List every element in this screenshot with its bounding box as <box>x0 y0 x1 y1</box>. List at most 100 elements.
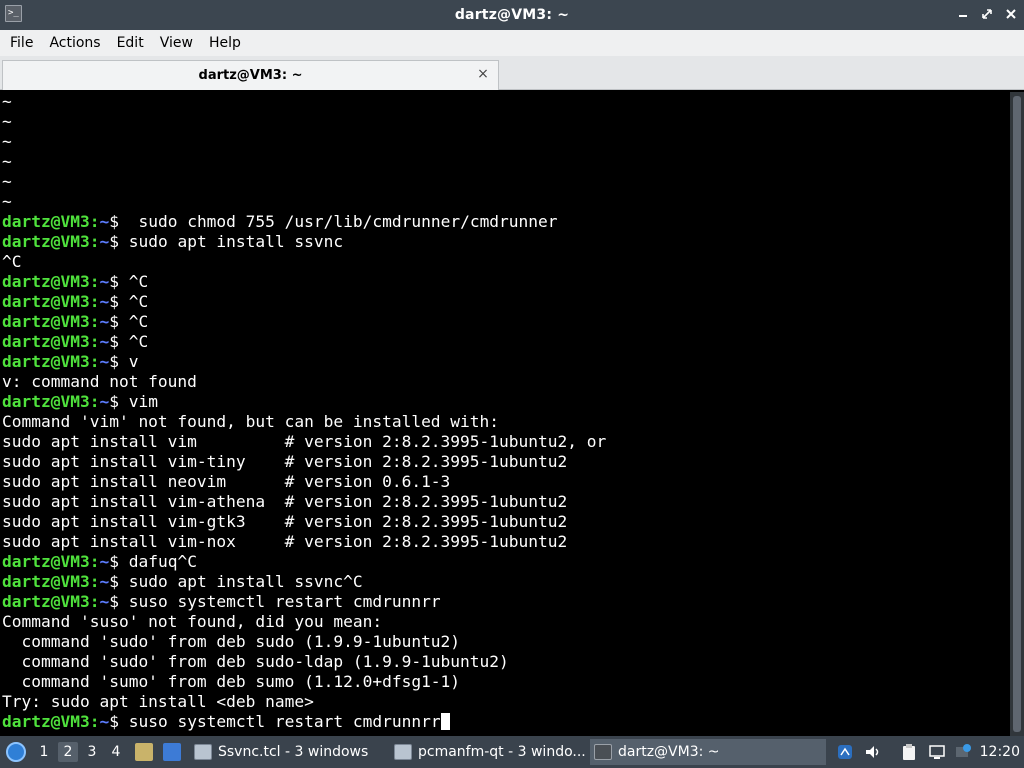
prompt-user: dartz@VM3: <box>2 212 100 231</box>
file-manager-icon[interactable] <box>135 743 153 761</box>
output-text: ~ <box>2 192 12 211</box>
prompt-path: ~ <box>99 332 110 351</box>
window-icon <box>394 744 412 760</box>
command-text: sudo chmod 755 /usr/lib/cmdrunner/cmdrun… <box>128 212 558 231</box>
command-text: ^C <box>128 292 149 311</box>
menu-help[interactable]: Help <box>201 30 249 56</box>
window-titlebar: >_ dartz@VM3: ~ <box>0 0 1024 30</box>
prompt-symbol: $ <box>109 232 129 251</box>
workspace-2[interactable]: 2 <box>58 742 78 762</box>
prompt-user: dartz@VM3: <box>2 552 100 571</box>
menu-actions[interactable]: Actions <box>41 30 108 56</box>
menu-view[interactable]: View <box>152 30 201 56</box>
minimize-icon[interactable] <box>956 6 970 22</box>
prompt-user: dartz@VM3: <box>2 272 100 291</box>
command-text: sudo apt install ssvnc <box>128 232 344 251</box>
prompt-symbol: $ <box>109 352 129 371</box>
output-text: ^C <box>2 252 22 271</box>
desktop-icon[interactable] <box>163 743 181 761</box>
output-line: ~ <box>2 192 12 212</box>
output-line: ~ <box>2 172 12 192</box>
tab-terminal[interactable]: dartz@VM3: ~ × <box>2 60 499 90</box>
prompt-line: dartz@VM3:~$ sudo chmod 755 /usr/lib/cmd… <box>2 212 558 232</box>
menu-edit[interactable]: Edit <box>109 30 152 56</box>
tab-close-icon[interactable]: × <box>476 66 490 82</box>
start-menu-icon[interactable] <box>6 742 26 762</box>
output-text: Command 'vim' not found, but can be inst… <box>2 412 500 431</box>
task-label: pcmanfm-qt - 3 windo... <box>418 744 586 760</box>
workspace-1[interactable]: 1 <box>34 742 54 762</box>
task-label: Ssvnc.tcl - 3 windows <box>218 744 369 760</box>
output-line: Command 'vim' not found, but can be inst… <box>2 412 499 432</box>
workspace-4[interactable]: 4 <box>106 742 126 762</box>
output-text: ~ <box>2 92 12 111</box>
scrollbar-thumb[interactable] <box>1013 96 1021 732</box>
output-text: sudo apt install vim-nox # version 2:8.2… <box>2 532 568 551</box>
task-terminal[interactable]: dartz@VM3: ~ <box>590 739 826 765</box>
menu-file[interactable]: File <box>2 30 41 56</box>
prompt-symbol: $ <box>109 712 129 731</box>
prompt-path: ~ <box>99 712 110 731</box>
task-label: dartz@VM3: ~ <box>618 744 720 760</box>
prompt-symbol: $ <box>109 312 129 331</box>
workspace-3[interactable]: 3 <box>82 742 102 762</box>
output-line: Command 'suso' not found, did you mean: <box>2 612 382 632</box>
output-line: command 'sudo' from deb sudo (1.9.9-1ubu… <box>2 632 460 652</box>
command-text: ^C <box>128 332 149 351</box>
terminal-output[interactable]: ~ ~ ~ ~ ~ ~ dartz@VM3:~$ sudo chmod 755 /usr/l… <box>0 92 1010 736</box>
volume-icon[interactable] <box>864 743 882 761</box>
terminal-icon <box>594 744 612 760</box>
output-text: command 'sumo' from deb sumo (1.12.0+dfs… <box>2 672 461 691</box>
output-text: sudo apt install vim-tiny # version 2:8.… <box>2 452 568 471</box>
terminal-app-icon: >_ <box>5 5 22 22</box>
prompt-user: dartz@VM3: <box>2 572 100 591</box>
task-pcmanfm[interactable]: pcmanfm-qt - 3 windo... <box>390 739 588 765</box>
clock: 12:20 <box>979 744 1020 760</box>
output-line: sudo apt install neovim # version 0.6.1-… <box>2 472 450 492</box>
prompt-path: ~ <box>99 392 110 411</box>
output-text: ~ <box>2 112 12 131</box>
close-icon[interactable] <box>1004 6 1018 22</box>
prompt-user: dartz@VM3: <box>2 352 100 371</box>
tab-bar: dartz@VM3: ~ × <box>0 56 1024 90</box>
prompt-symbol: $ <box>109 212 129 231</box>
output-text: v: command not found <box>2 372 197 391</box>
prompt-path: ~ <box>99 212 110 231</box>
text-cursor <box>440 713 450 730</box>
output-text: ~ <box>2 152 12 171</box>
prompt-line: dartz@VM3:~$ sudo apt install ssvnc <box>2 232 343 252</box>
window-title: dartz@VM3: ~ <box>454 7 570 23</box>
terminal-scrollbar[interactable] <box>1010 92 1024 736</box>
prompt-symbol: $ <box>109 272 129 291</box>
output-line: ~ <box>2 92 12 112</box>
prompt-user: dartz@VM3: <box>2 232 100 251</box>
prompt-line: dartz@VM3:~$ dafuq^C <box>2 552 197 572</box>
window-controls <box>956 6 1018 22</box>
command-text: suso systemctl restart cmdrunnrr <box>128 592 441 611</box>
output-line: ~ <box>2 112 12 132</box>
prompt-symbol: $ <box>109 332 129 351</box>
output-text: sudo apt install neovim # version 0.6.1-… <box>2 472 451 491</box>
window-icon <box>194 744 212 760</box>
display-icon[interactable] <box>928 743 946 761</box>
update-icon[interactable] <box>954 743 972 761</box>
output-text: ~ <box>2 172 12 191</box>
command-text: ^C <box>128 272 149 291</box>
prompt-line: dartz@VM3:~$ vim <box>2 392 158 412</box>
clipboard-icon[interactable] <box>900 743 918 761</box>
prompt-user: dartz@VM3: <box>2 592 100 611</box>
prompt-line: dartz@VM3:~$ ^C <box>2 272 148 292</box>
network-icon[interactable] <box>836 743 854 761</box>
output-text: Command 'suso' not found, did you mean: <box>2 612 383 631</box>
prompt-path: ~ <box>99 572 110 591</box>
command-text: suso systemctl restart cmdrunnrr <box>128 712 441 731</box>
command-text: dafuq^C <box>128 552 197 571</box>
prompt-path: ~ <box>99 272 110 291</box>
prompt-user: dartz@VM3: <box>2 292 100 311</box>
prompt-path: ~ <box>99 292 110 311</box>
output-text: sudo apt install vim # version 2:8.2.399… <box>2 432 607 451</box>
output-line: command 'sumo' from deb sumo (1.12.0+dfs… <box>2 672 460 692</box>
task-ssvnc[interactable]: Ssvnc.tcl - 3 windows <box>190 739 385 765</box>
prompt-symbol: $ <box>109 592 129 611</box>
restore-icon[interactable] <box>980 6 994 22</box>
